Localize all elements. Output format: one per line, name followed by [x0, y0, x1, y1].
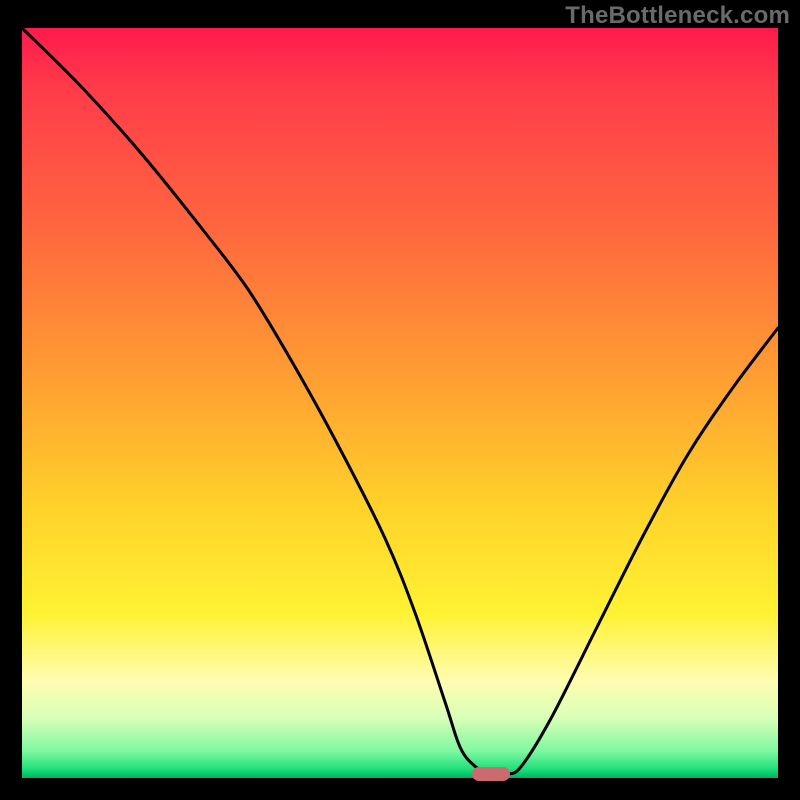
- chart-frame: TheBottleneck.com: [0, 0, 800, 800]
- optimal-marker: [472, 767, 510, 781]
- bottleneck-curve: [22, 28, 778, 778]
- plot-area: [22, 28, 778, 778]
- watermark-text: TheBottleneck.com: [565, 2, 790, 30]
- curve-path: [22, 28, 778, 775]
